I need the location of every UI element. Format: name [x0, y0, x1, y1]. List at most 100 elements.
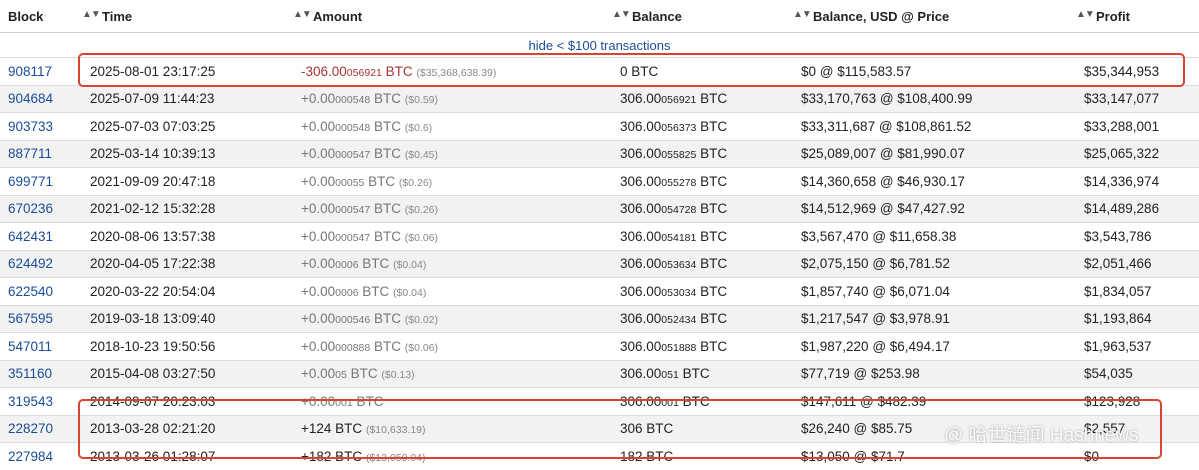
cell-time: 2015-04-08 03:27:50	[82, 359, 293, 388]
block-link[interactable]: 319543	[8, 394, 53, 409]
cell-balance: 306.00054181 BTC	[612, 222, 793, 250]
hide-small-transactions-link[interactable]: hide < $100 transactions	[528, 38, 670, 53]
header-row: Block ▲▼ Time ▲▼ Amount ▲▼ Balance ▲▼ Ba…	[0, 0, 1199, 33]
sort-icon[interactable]: ▲▼	[793, 9, 812, 20]
block-link[interactable]: 567595	[8, 311, 53, 326]
block-link[interactable]: 227984	[8, 449, 53, 464]
cell-time: 2025-07-03 07:03:25	[82, 112, 293, 140]
amount-usd: ($0.04)	[393, 259, 427, 272]
block-link[interactable]: 622540	[8, 284, 53, 299]
col-header-time[interactable]: ▲▼ Time	[82, 0, 293, 33]
cell-time: 2025-03-14 10:39:13	[82, 139, 293, 168]
amount-small-digits: 05	[335, 369, 347, 382]
balance-main: 306.00	[620, 283, 662, 299]
cell-balance-usd: $1,987,220 @ $6,494.17	[793, 332, 1076, 360]
cell-block: 567595	[0, 304, 82, 333]
col-header-balance[interactable]: ▲▼ Balance	[612, 0, 793, 33]
balance-small-digits: 051	[661, 369, 679, 382]
table-row: 904684 2025-07-09 11:44:23 +0.00000548 BTC…	[0, 84, 1199, 113]
cell-block: 642431	[0, 222, 82, 250]
block-link[interactable]: 699771	[8, 174, 53, 189]
cell-balance: 306.00001 BTC	[612, 387, 793, 415]
cell-profit: $33,147,077	[1076, 84, 1199, 113]
block-link[interactable]: 624492	[8, 256, 53, 271]
balance-unit: BTC	[696, 173, 728, 189]
table-row: 624492 2020-04-05 17:22:38 +0.000006 BTC (…	[0, 249, 1199, 278]
amount-main: +0.00	[301, 338, 336, 354]
amount-usd: ($13,050.04)	[365, 451, 426, 464]
amount-small-digits: 0006	[335, 286, 359, 299]
amount-unit: BTC	[358, 256, 390, 272]
amount-small-digits: 0006	[335, 259, 359, 272]
cell-block: 622540	[0, 277, 82, 305]
cell-time: 2020-08-06 13:57:38	[82, 222, 293, 250]
col-header-block[interactable]: Block	[0, 0, 82, 33]
cell-block: 319543	[0, 387, 82, 415]
amount-main: +0.00	[301, 118, 336, 134]
table-row: 547011 2018-10-23 19:50:56 +0.00000888 BTC…	[0, 332, 1199, 360]
amount-usd: ($0.04)	[393, 286, 427, 299]
cell-profit: $14,489,286	[1076, 194, 1199, 223]
col-header-balance-usd[interactable]: ▲▼ Balance, USD @ Price	[793, 0, 1076, 33]
cell-balance-usd: $14,512,969 @ $47,427.92	[793, 194, 1076, 223]
block-link[interactable]: 547011	[8, 339, 52, 354]
balance-main: 306.00	[620, 118, 662, 134]
balance-main: 306.00	[620, 311, 662, 327]
cell-amount: +0.00000547 BTC ($0.45)	[293, 139, 612, 168]
amount-usd: ($35,368,638.39)	[416, 66, 497, 79]
cell-balance-usd: $14,360,658 @ $46,930.17	[793, 167, 1076, 195]
cell-balance-usd: $0 @ $115,583.57	[793, 57, 1076, 85]
balance-main: 306.00	[620, 173, 662, 189]
balance-unit: BTC	[678, 393, 710, 409]
amount-usd: ($10,633.19)	[365, 424, 426, 437]
amount-unit: BTC	[370, 91, 401, 107]
balance-unit: BTC	[696, 201, 728, 217]
balance-main: 182 BTC	[620, 448, 674, 464]
cell-balance: 306.00052434 BTC	[612, 304, 793, 333]
cell-amount: +0.0000055 BTC ($0.26)	[293, 167, 612, 195]
balance-unit: BTC	[696, 338, 728, 354]
cell-balance: 306.00051888 BTC	[612, 332, 793, 360]
table-row: 903733 2025-07-03 07:03:25 +0.00000548 BTC…	[0, 112, 1199, 140]
cell-balance: 306 BTC	[612, 414, 793, 443]
balance-small-digits: 001	[661, 396, 679, 409]
cell-profit: $123,928	[1076, 387, 1199, 415]
cell-balance-usd: $33,170,763 @ $108,400.99	[793, 84, 1076, 113]
col-header-amount[interactable]: ▲▼ Amount	[293, 0, 612, 33]
block-link[interactable]: 351160	[8, 366, 52, 381]
cell-amount: +0.00000546 BTC ($0.02)	[293, 304, 612, 333]
block-link[interactable]: 670236	[8, 201, 53, 216]
block-link[interactable]: 642431	[8, 229, 53, 244]
cell-balance: 306.00055825 BTC	[612, 139, 793, 168]
block-link[interactable]: 903733	[8, 119, 53, 134]
table-row: 670236 2021-02-12 15:32:28 +0.00000547 BTC…	[0, 194, 1199, 223]
table-row: 908117 2025-08-01 23:17:25 -306.00056921 B…	[0, 57, 1199, 85]
cell-block: 908117	[0, 57, 82, 85]
block-link[interactable]: 228270	[8, 421, 53, 436]
block-link[interactable]: 887711	[8, 146, 52, 161]
amount-small-digits: 000547	[335, 149, 371, 162]
cell-amount: +0.00000888 BTC ($0.06)	[293, 332, 612, 360]
cell-time: 2021-02-12 15:32:28	[82, 194, 293, 223]
sort-icon[interactable]: ▲▼	[1076, 9, 1095, 20]
balance-main: 306.00	[620, 228, 662, 244]
amount-unit: BTC	[370, 118, 401, 134]
table-row: 622540 2020-03-22 20:54:04 +0.000006 BTC (…	[0, 277, 1199, 305]
cell-profit: $35,344,953	[1076, 57, 1199, 85]
amount-main: +0.00	[301, 256, 336, 272]
sort-icon[interactable]: ▲▼	[293, 9, 312, 20]
block-link[interactable]: 904684	[8, 91, 53, 106]
cell-time: 2014-09-07 20:23:03	[82, 387, 293, 415]
sort-icon[interactable]: ▲▼	[82, 9, 101, 20]
balance-unit: BTC	[696, 283, 728, 299]
sort-icon[interactable]: ▲▼	[612, 9, 631, 20]
amount-usd: ($0.26)	[404, 204, 439, 217]
transactions-table: Block ▲▼ Time ▲▼ Amount ▲▼ Balance ▲▼ Ba…	[0, 0, 1199, 470]
amount-usd: ($0.26)	[398, 176, 433, 189]
amount-unit: BTC	[352, 393, 384, 409]
col-header-profit[interactable]: ▲▼ Profit	[1076, 0, 1199, 33]
block-link[interactable]: 908117	[8, 64, 52, 79]
cell-time: 2020-04-05 17:22:38	[82, 249, 293, 278]
cell-block: 670236	[0, 194, 82, 223]
cell-amount: +0.000006 BTC ($0.04)	[293, 249, 612, 278]
